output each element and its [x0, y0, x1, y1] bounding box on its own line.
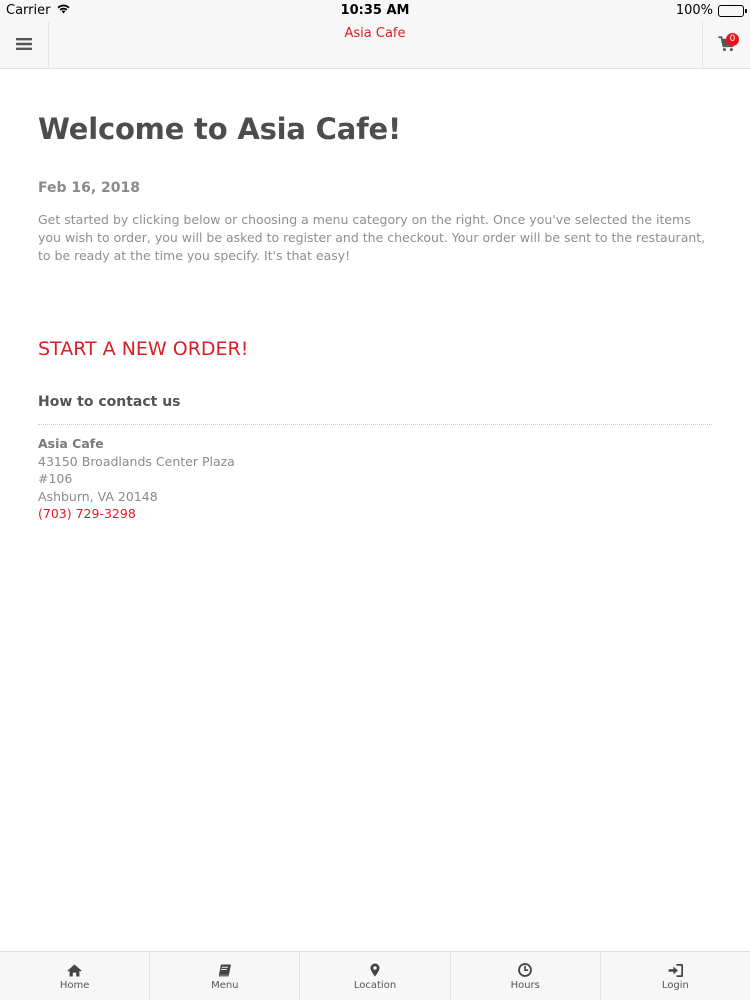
header-title: Asia Cafe	[344, 26, 406, 41]
tab-location[interactable]: Location	[300, 952, 451, 1000]
battery-icon	[718, 4, 747, 17]
cart-count-badge: 0	[726, 33, 739, 46]
contact-city-state: Ashburn, VA 20148	[38, 488, 158, 504]
status-right: 100%	[675, 3, 747, 18]
contact-address-line2: #106	[38, 471, 73, 486]
tab-hours-label: Hours	[510, 980, 540, 991]
clock-icon	[518, 963, 533, 977]
cart-button[interactable]: 0	[702, 22, 750, 69]
battery-percent: 100%	[675, 3, 713, 18]
post-date: Feb 16, 2018	[38, 180, 141, 196]
intro-text: Get started by clicking below or choosin…	[38, 212, 706, 263]
tab-home[interactable]: Home	[0, 952, 151, 1000]
app-root: Carrier 10:35 AM 100% Asia Cafe 0 Welcom…	[0, 0, 750, 1000]
tab-menu-label: Menu	[211, 979, 239, 991]
login-icon	[668, 963, 683, 977]
status-bar: Carrier 10:35 AM 100%	[0, 0, 750, 22]
contact-info: Asia Cafe 43150 Broadlands Center Plaza …	[38, 435, 712, 523]
page-title: Welcome to Asia Cafe!	[38, 112, 402, 146]
tab-login-label: Login	[661, 979, 689, 991]
tab-hours[interactable]: Hours	[451, 952, 601, 1000]
status-time: 10:35 AM	[340, 3, 410, 18]
contact-phone-link[interactable]: (703) 729-3298	[38, 506, 136, 521]
bottom-tab-bar: Home Menu Location Hours Login	[0, 951, 750, 1000]
contact-address-line1: 43150 Broadlands Center Plaza	[38, 453, 235, 469]
start-order-button[interactable]: START A NEW ORDER!	[38, 338, 248, 360]
map-pin-icon	[370, 963, 380, 977]
contact-heading: How to contact us	[38, 394, 712, 425]
tab-location-label: Location	[353, 980, 397, 991]
app-header: Asia Cafe 0	[0, 22, 750, 69]
book-icon	[218, 964, 232, 977]
contact-name: Asia Cafe	[38, 436, 104, 451]
home-icon	[67, 964, 82, 977]
tab-home-label: Home	[59, 979, 90, 991]
tab-menu[interactable]: Menu	[150, 952, 301, 1000]
main-content: Welcome to Asia Cafe! Feb 16, 2018 Get s…	[38, 70, 712, 523]
tab-login[interactable]: Login	[601, 952, 750, 1000]
